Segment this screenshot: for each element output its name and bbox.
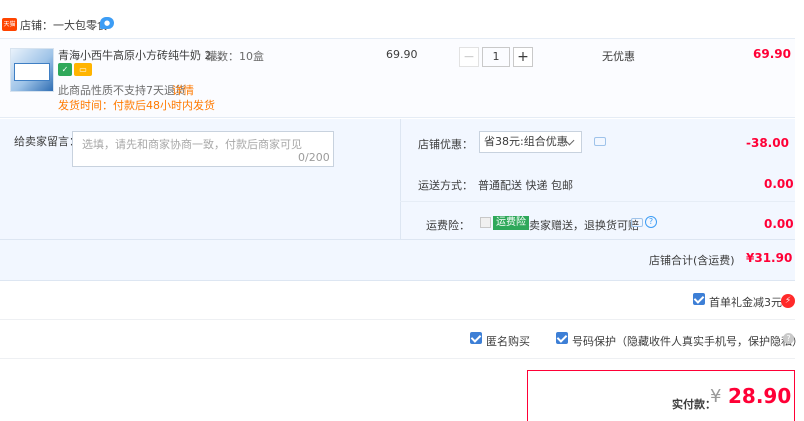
help-icon[interactable]: ? bbox=[783, 333, 794, 344]
options-row-divider bbox=[400, 201, 795, 202]
store-name[interactable]: 店铺：一大包零食 bbox=[20, 17, 108, 33]
shipping-method: 普通配送 快递 包邮 bbox=[478, 179, 573, 192]
item-discount: 无优惠 bbox=[602, 50, 635, 63]
store-total-label: 店铺合计(含运费) bbox=[649, 254, 735, 267]
return-notice: 此商品性质不支持7天退货 bbox=[58, 84, 186, 97]
lightning-icon: ⚡ bbox=[781, 294, 795, 308]
product-sku: 罐数：10盒 bbox=[206, 50, 264, 63]
quantity-plus-button[interactable]: + bbox=[513, 47, 533, 67]
help-icon[interactable]: ? bbox=[645, 216, 657, 228]
anonymous-checkbox[interactable] bbox=[470, 332, 482, 344]
message-char-count: 0/200 bbox=[298, 151, 330, 164]
section-divider bbox=[0, 358, 795, 359]
product-thumbnail-box bbox=[14, 63, 50, 81]
section-divider bbox=[0, 319, 795, 320]
quantity-input[interactable]: 1 bbox=[482, 47, 510, 67]
store-total-value: ¥31.90 bbox=[746, 251, 793, 265]
item-subtotal: 69.90 bbox=[753, 47, 791, 61]
ship-time: 发货时间：付款后48小时内发货 bbox=[58, 99, 215, 112]
options-total-divider bbox=[0, 239, 795, 240]
chat-bubble-icon[interactable]: ● bbox=[100, 17, 114, 29]
product-title[interactable]: 青海小西牛高原小方砖纯牛奶 2... bbox=[58, 47, 222, 63]
comment-icon[interactable] bbox=[594, 137, 606, 146]
return-notice-link[interactable]: 详情 bbox=[172, 82, 194, 98]
insurance-desc: 卖家赠送，退换货可赔 bbox=[529, 219, 639, 232]
guarantee-badge-icon: ✓ bbox=[58, 63, 72, 76]
unit-price: 69.90 bbox=[386, 48, 418, 61]
insurance-checkbox bbox=[480, 217, 491, 228]
quantity-minus-button[interactable]: − bbox=[459, 47, 479, 67]
message-label: 给卖家留言： bbox=[14, 135, 80, 148]
insurance-tag: 运费险 bbox=[493, 216, 529, 230]
options-divider bbox=[400, 119, 401, 239]
phone-protect-checkbox[interactable] bbox=[556, 332, 568, 344]
tmall-tag-icon: 天猫 bbox=[2, 18, 17, 31]
comment-icon[interactable] bbox=[631, 218, 643, 227]
shipping-label: 运送方式： bbox=[418, 179, 473, 192]
shipping-price: 0.00 bbox=[764, 177, 794, 191]
right-gutter bbox=[796, 0, 804, 421]
insurance-label: 运费险： bbox=[426, 219, 470, 232]
gift-label[interactable]: 首单礼金减3元 bbox=[709, 294, 782, 310]
card-badge-icon: ▭ bbox=[74, 63, 92, 76]
gift-checkbox[interactable] bbox=[693, 293, 705, 305]
pay-currency: ¥ bbox=[710, 386, 722, 407]
insurance-price: 0.00 bbox=[764, 217, 794, 231]
coupon-label: 店铺优惠： bbox=[418, 138, 473, 151]
message-placeholder: 选填，请先和商家协商一致，付款后商家可见 bbox=[82, 138, 302, 151]
phone-protect-label[interactable]: 号码保护（隐藏收件人真实手机号，保护隐私） bbox=[572, 333, 803, 349]
coupon-value: -38.00 bbox=[746, 136, 789, 150]
pay-amount: 28.90 bbox=[728, 384, 792, 408]
anonymous-label[interactable]: 匿名购买 bbox=[486, 333, 530, 349]
